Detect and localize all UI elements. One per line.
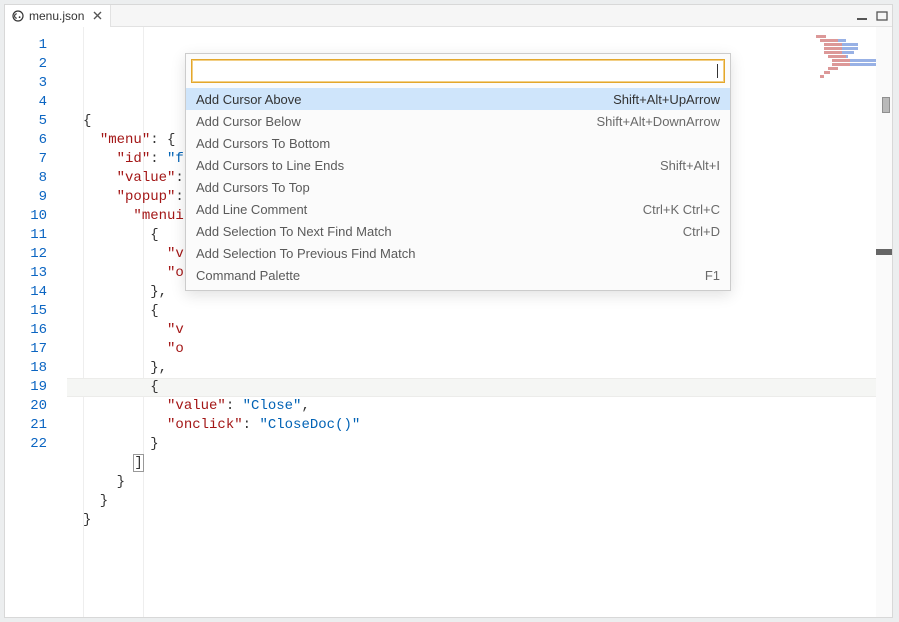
line-number: 11 [5, 226, 67, 245]
minimap[interactable] [816, 35, 876, 85]
line-number: 19 [5, 378, 67, 397]
tab-title: menu.json [29, 9, 84, 23]
line-number: 22 [5, 435, 67, 454]
line-number: 2 [5, 55, 67, 74]
code-line[interactable]: "value": "Close", [67, 397, 892, 416]
line-number: 4 [5, 93, 67, 112]
text-cursor [717, 64, 718, 78]
command-palette-item-shortcut: F1 [705, 268, 720, 283]
line-number: 5 [5, 112, 67, 131]
minimize-button[interactable] [852, 7, 872, 25]
code-line[interactable]: } [67, 435, 892, 454]
command-palette-item[interactable]: Add Cursor Below Shift+Alt+DownArrow [186, 110, 730, 132]
command-palette-item[interactable]: Add Selection To Previous Find Match [186, 242, 730, 264]
command-palette-input[interactable] [198, 64, 717, 79]
line-number: 16 [5, 321, 67, 340]
code-line[interactable]: "v [67, 321, 892, 340]
command-palette-input-wrap [191, 59, 725, 83]
command-palette-item-shortcut: Ctrl+K Ctrl+C [643, 202, 720, 217]
code-line[interactable]: { [67, 302, 892, 321]
command-palette-item-shortcut: Ctrl+D [683, 224, 720, 239]
command-palette-item-shortcut: Shift+Alt+I [660, 158, 720, 173]
code-line[interactable]: }, [67, 359, 892, 378]
line-number: 20 [5, 397, 67, 416]
line-number: 17 [5, 340, 67, 359]
command-palette-list: Add Cursor AboveShift+Alt+UpArrowAdd Cur… [186, 88, 730, 290]
line-number: 18 [5, 359, 67, 378]
code-line[interactable]: } [67, 511, 892, 530]
command-palette-item[interactable]: Command Palette F1 [186, 264, 730, 286]
line-number: 13 [5, 264, 67, 283]
command-palette-item[interactable]: Add Cursors to Line Ends Shift+Alt+I [186, 154, 730, 176]
line-number: 15 [5, 302, 67, 321]
line-number: 14 [5, 283, 67, 302]
command-palette-item-label: Add Selection To Previous Find Match [196, 246, 415, 261]
command-palette-item-label: Add Cursors to Line Ends [196, 158, 344, 173]
command-palette-item-label: Add Line Comment [196, 202, 307, 217]
code-line[interactable]: ] [67, 454, 892, 473]
command-palette-item-label: Add Cursors To Bottom [196, 136, 330, 151]
command-palette-item-label: Add Cursor Below [196, 114, 301, 129]
command-palette: Add Cursor AboveShift+Alt+UpArrowAdd Cur… [185, 53, 731, 291]
code-line[interactable]: { [67, 378, 892, 397]
code-line[interactable]: } [67, 473, 892, 492]
line-number: 6 [5, 131, 67, 150]
command-palette-item[interactable]: Add Cursor Above Shift+Alt+UpArrow [186, 88, 730, 110]
command-palette-item-label: Add Cursors To Top [196, 180, 310, 195]
scrollbar-thumb[interactable] [882, 97, 890, 113]
editor-window: menu.json 123456789101112131415161718192… [4, 4, 893, 618]
code-line[interactable]: "o [67, 340, 892, 359]
command-palette-item[interactable]: Add Line Comment Ctrl+K Ctrl+C [186, 198, 730, 220]
tab-file[interactable]: menu.json [5, 5, 111, 27]
line-number: 8 [5, 169, 67, 188]
command-palette-item-shortcut: Shift+Alt+UpArrow [613, 92, 720, 107]
line-number-gutter: 12345678910111213141516171819202122 [5, 27, 67, 617]
line-number: 9 [5, 188, 67, 207]
command-palette-item-label: Add Cursor Above [196, 92, 302, 107]
command-palette-item[interactable]: Add Selection To Next Find Match Ctrl+D [186, 220, 730, 242]
command-palette-item-shortcut: Shift+Alt+DownArrow [596, 114, 720, 129]
close-icon[interactable] [90, 9, 104, 23]
line-number: 21 [5, 416, 67, 435]
line-number: 12 [5, 245, 67, 264]
code-line[interactable]: } [67, 492, 892, 511]
line-number: 1 [5, 36, 67, 55]
line-number: 3 [5, 74, 67, 93]
command-palette-item-label: Add Selection To Next Find Match [196, 224, 392, 239]
command-palette-item-label: Command Palette [196, 268, 300, 283]
maximize-button[interactable] [872, 7, 892, 25]
command-palette-item[interactable]: Add Cursors To Bottom [186, 132, 730, 154]
line-number: 10 [5, 207, 67, 226]
line-number: 7 [5, 150, 67, 169]
command-palette-item[interactable]: Add Cursors To Top [186, 176, 730, 198]
file-json-icon [11, 9, 25, 23]
tab-bar: menu.json [5, 5, 892, 27]
code-line[interactable]: "onclick": "CloseDoc()" [67, 416, 892, 435]
